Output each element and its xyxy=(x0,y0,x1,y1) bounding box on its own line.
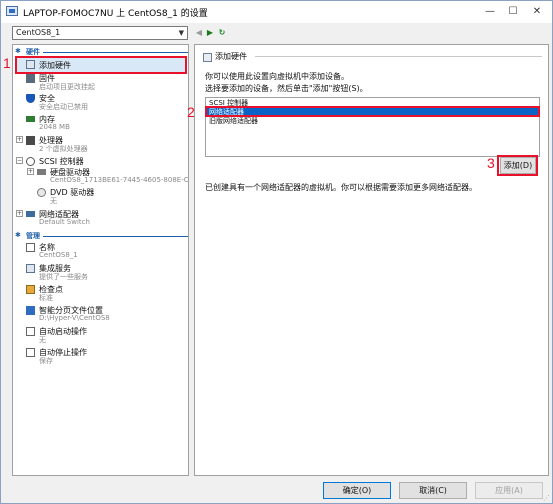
tree-item-dvd-drive[interactable]: DVD 驱动器 无 xyxy=(13,187,188,205)
annotation-3: 3 xyxy=(487,155,495,171)
processor-icon xyxy=(26,136,35,145)
auto-stop-icon xyxy=(26,348,35,357)
memory-icon xyxy=(26,116,35,122)
settings-window: LAPTOP-FOMOC7NU 上 CentOS8_1 的设置 — ☐ ✕ Ce… xyxy=(0,0,553,504)
add-button[interactable]: 添加(D) xyxy=(500,157,536,174)
device-option-legacy-network-adapter[interactable]: 旧版网络适配器 xyxy=(207,117,538,126)
cancel-button[interactable]: 取消(C) xyxy=(399,482,467,499)
checkpoint-icon xyxy=(26,285,35,294)
tree-item-auto-stop[interactable]: 自动停止操作 保存 xyxy=(13,347,188,365)
firmware-icon xyxy=(26,74,35,83)
smart-paging-icon xyxy=(26,306,35,315)
scsi-controller-icon xyxy=(26,157,35,166)
star-icon: ✱ xyxy=(15,47,21,55)
device-list[interactable]: SCSI 控制器 网络适配器 旧版网络适配器 xyxy=(205,97,540,157)
tree-item-add-hardware[interactable]: 添加硬件 xyxy=(13,59,188,71)
expand-icon[interactable]: + xyxy=(16,136,23,143)
network-adapter-icon xyxy=(26,211,35,217)
tree-item-scsi-controller[interactable]: − SCSI 控制器 xyxy=(13,156,188,167)
network-adapter-note: 已创建具有一个网络适配器的虚拟机。你可以根据需要添加更多网络适配器。 xyxy=(205,183,477,192)
tree-item-network-adapter[interactable]: + 网络适配器 Default Switch xyxy=(13,209,188,227)
integration-services-icon xyxy=(26,264,35,273)
hyper-v-settings-icon xyxy=(6,6,18,16)
ok-button[interactable]: 确定(O) xyxy=(323,482,391,499)
panel-description: 你可以使用此设置向虚拟机中添加设备。 xyxy=(205,72,349,81)
tree-item-processor[interactable]: + 处理器 2 个虚拟处理器 xyxy=(13,135,188,153)
apply-button[interactable]: 应用(A) xyxy=(475,482,543,499)
collapse-icon[interactable]: − xyxy=(16,157,23,164)
dvd-icon xyxy=(37,188,46,197)
tree-item-checkpoints[interactable]: 检查点 标准 xyxy=(13,284,188,302)
tree-item-name[interactable]: 名称 CentOS8_1 xyxy=(13,242,188,260)
chevron-down-icon: ▼ xyxy=(178,29,184,37)
star-icon: ✱ xyxy=(15,231,21,239)
tree-item-firmware[interactable]: 固件 启动项目更改挂起 xyxy=(13,73,188,91)
name-icon xyxy=(26,243,35,252)
management-section-header: ✱ 管理 xyxy=(13,231,188,241)
selection-highlight xyxy=(205,106,540,117)
refresh-icon[interactable]: ↻ xyxy=(217,26,227,40)
title-bar: LAPTOP-FOMOC7NU 上 CentOS8_1 的设置 — ☐ ✕ xyxy=(1,1,552,23)
expand-icon[interactable]: + xyxy=(27,168,34,175)
vm-selector-value: CentOS8_1 xyxy=(16,28,61,37)
annotation-1: 1 xyxy=(3,55,11,71)
add-hardware-icon xyxy=(203,53,212,62)
resize-grip-icon[interactable]: ⋰ xyxy=(543,494,550,502)
close-button[interactable]: ✕ xyxy=(522,3,552,21)
annotation-2: 2 xyxy=(187,104,195,120)
expand-icon[interactable]: + xyxy=(16,210,23,217)
tree-item-security[interactable]: 安全 安全启动已禁用 xyxy=(13,93,188,111)
settings-tree: ✱ 硬件 添加硬件 固件 启动项目更改挂起 安全 安全启动已禁用 内存 2048… xyxy=(12,44,189,476)
forward-arrow-icon[interactable]: ▶ xyxy=(205,26,215,40)
tree-item-memory[interactable]: 内存 2048 MB xyxy=(13,114,188,132)
toolbar: CentOS8_1 ▼ ◀ ▶ ↻ xyxy=(1,23,552,43)
back-arrow-icon[interactable]: ◀ xyxy=(194,26,204,40)
vm-selector[interactable]: CentOS8_1 ▼ xyxy=(12,26,188,40)
hard-drive-icon xyxy=(37,169,46,175)
panel-title: 添加硬件 xyxy=(215,52,247,61)
dialog-footer: 确定(O) 取消(C) 应用(A) ⋰ xyxy=(1,476,552,504)
shield-icon xyxy=(26,94,35,103)
panel-instruction: 选择要添加的设备，然后单击"添加"按钮(S)。 xyxy=(205,84,368,93)
tree-item-hard-drive[interactable]: + 硬盘驱动器 CentOS8_1713BE61-7445-4605-808E-… xyxy=(13,167,188,185)
add-hardware-panel: 添加硬件 你可以使用此设置向虚拟机中添加设备。 选择要添加的设备，然后单击"添加… xyxy=(194,44,549,476)
add-hardware-icon xyxy=(26,60,35,69)
window-title: LAPTOP-FOMOC7NU 上 CentOS8_1 的设置 xyxy=(23,9,208,19)
tree-item-auto-start[interactable]: 自动启动操作 无 xyxy=(13,326,188,344)
tree-item-integration-services[interactable]: 集成服务 提供了一些服务 xyxy=(13,263,188,281)
tree-item-smart-paging[interactable]: 智能分页文件位置 D:\Hyper-V\CentOS8 xyxy=(13,305,188,323)
auto-start-icon xyxy=(26,327,35,336)
